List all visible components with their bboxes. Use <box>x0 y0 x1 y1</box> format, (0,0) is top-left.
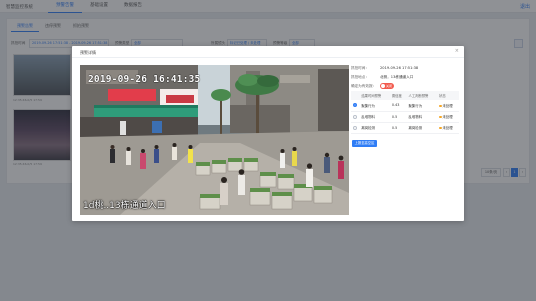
photo-camera-label: 1d桃..13栋通道入口 <box>83 201 166 211</box>
info-value: 北侧，13栋通道入口 <box>380 75 414 79</box>
capture-photo: 2019-09-26 16:41:35 1d桃..13栋通道入口 <box>80 65 349 215</box>
status-text: 未处理 <box>442 103 453 108</box>
modal-header: 预警详情 × <box>72 46 464 58</box>
row-manual: 离岗检测 <box>406 122 438 134</box>
toggle-knob <box>381 84 385 88</box>
info-row-location: 抓拍地点： 北侧，13栋通道入口 <box>351 75 413 80</box>
status-badge: 未处理 <box>437 100 459 112</box>
row-confidence: 0.5 <box>389 122 407 134</box>
row-radio[interactable] <box>353 114 357 119</box>
info-label: 确定为有效报： <box>351 84 377 88</box>
status-dot-icon <box>439 126 442 130</box>
status-badge: 未处理 <box>437 111 459 123</box>
table-header <box>351 91 360 100</box>
table-row[interactable]: 聚集行为 0.43 聚集行为 未处理 <box>351 100 459 112</box>
row-type: 乱堆物料 <box>359 111 390 123</box>
row-type: 离岗检测 <box>359 122 390 134</box>
close-icon[interactable]: × <box>455 49 459 54</box>
status-text: 未处理 <box>442 126 453 130</box>
street-scene-image <box>80 65 349 215</box>
status-badge: 未处理 <box>437 122 459 134</box>
table-row[interactable]: 乱堆物料 0.5 乱堆物料 未处理 <box>351 111 459 123</box>
info-row-valid: 确定为有效报： 关闭 <box>351 83 394 89</box>
row-confidence: 0.5 <box>389 111 407 123</box>
table-header-row: 结果时间预警 置信度 人工判断预警 状态 <box>351 91 459 100</box>
status-dot-icon <box>439 115 442 119</box>
recognition-table: 结果时间预警 置信度 人工判断预警 状态 聚集行为 0.43 聚集行为 未处理 … <box>351 91 459 134</box>
modal-title: 预警详情 <box>80 50 96 55</box>
submit-button[interactable]: 上报至高空区 <box>352 140 377 147</box>
toggle-text: 关闭 <box>386 83 393 88</box>
row-radio[interactable] <box>353 125 357 130</box>
info-row-time: 抓拍时间： 2019-09-26 17:51:38 <box>351 66 418 71</box>
valid-toggle-switch[interactable]: 关闭 <box>380 83 394 89</box>
row-type: 聚集行为 <box>359 100 390 112</box>
row-manual: 乱堆物料 <box>406 111 438 123</box>
info-value: 2019-09-26 17:51:38 <box>380 66 419 70</box>
row-manual: 聚集行为 <box>406 100 438 112</box>
row-confidence: 0.43 <box>389 100 407 112</box>
warning-detail-modal: 预警详情 × 2019-09-26 16:41:35 1d桃..13栋通道入口 … <box>72 46 464 221</box>
table-row[interactable]: 离岗检测 0.5 离岗检测 未处理 <box>351 122 459 134</box>
table-header: 状态 <box>437 91 459 100</box>
photo-timestamp: 2019-09-26 16:41:35 <box>88 74 201 85</box>
row-radio-selected[interactable] <box>353 103 357 108</box>
table-header: 结果时间预警 <box>359 91 390 100</box>
status-text: 未处理 <box>442 115 453 119</box>
info-label: 抓拍时间： <box>351 66 369 70</box>
info-label: 抓拍地点： <box>351 75 369 79</box>
table-header: 置信度 <box>389 91 407 100</box>
table-header: 人工判断预警 <box>406 91 438 100</box>
status-dot-icon <box>439 104 442 107</box>
